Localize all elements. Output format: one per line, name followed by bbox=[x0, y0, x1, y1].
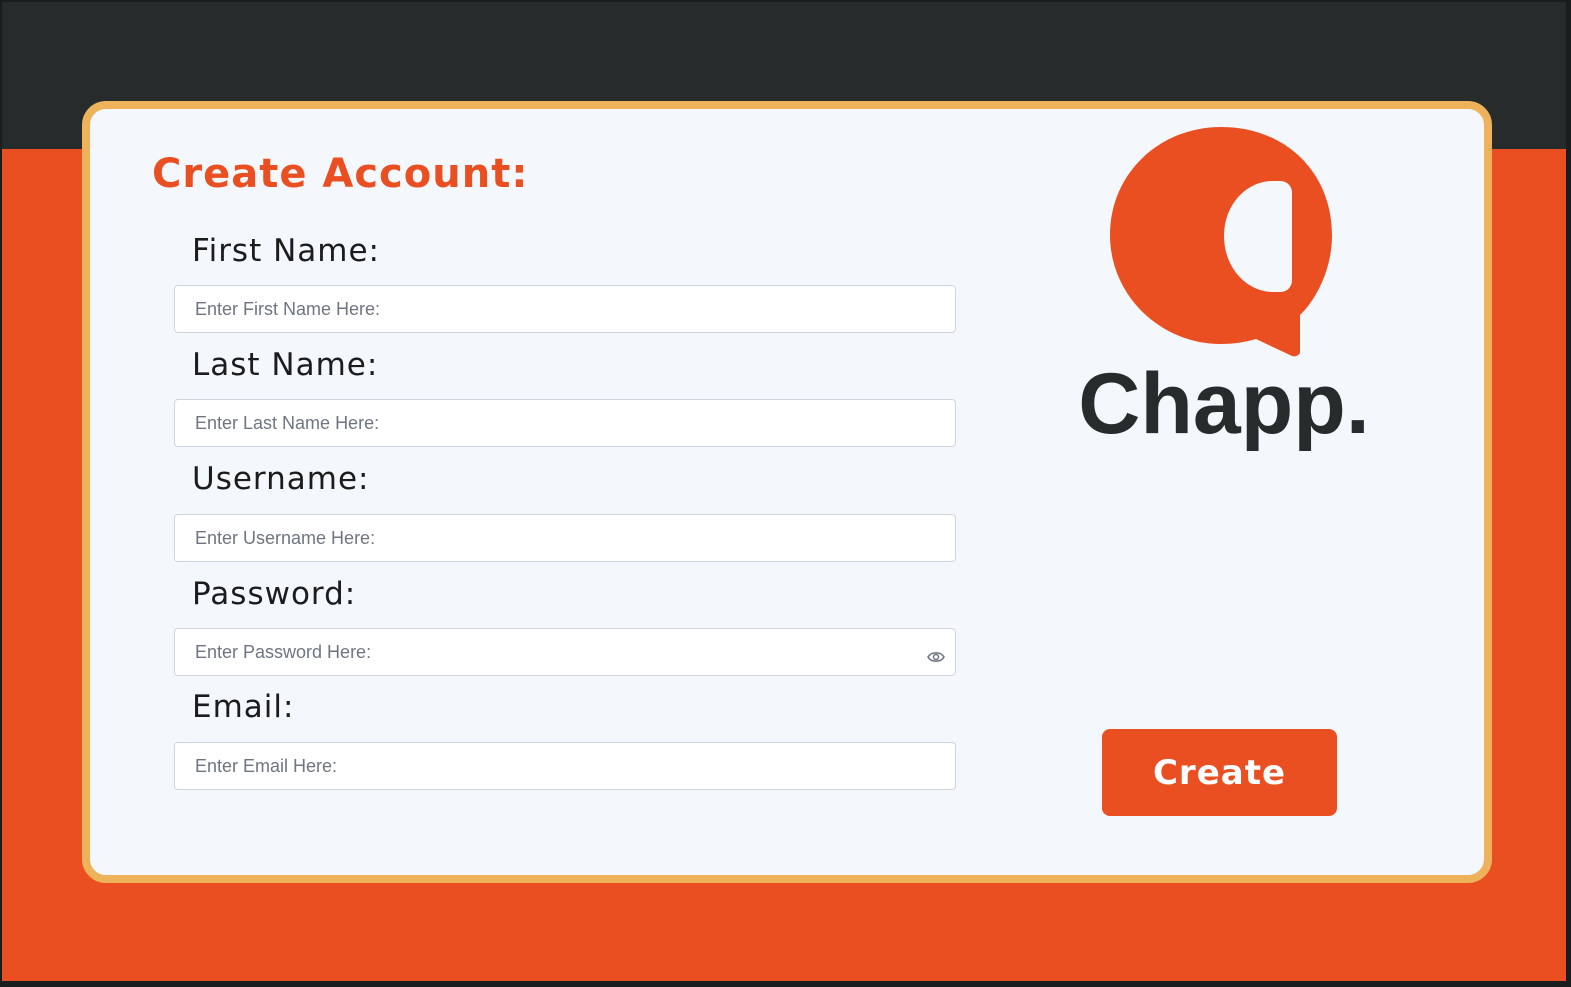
page-title: Create Account: bbox=[152, 151, 529, 197]
password-input[interactable] bbox=[174, 628, 956, 676]
email-input[interactable] bbox=[174, 742, 956, 790]
password-label: Password: bbox=[192, 576, 357, 612]
create-account-card: Create Account: First Name: Last Name: U… bbox=[82, 101, 1492, 883]
last-name-label: Last Name: bbox=[192, 347, 379, 383]
brand-name: Chapp. bbox=[1078, 356, 1370, 452]
create-button[interactable]: Create bbox=[1102, 729, 1337, 816]
first-name-label: First Name: bbox=[192, 233, 380, 269]
username-input[interactable] bbox=[174, 514, 956, 562]
page-background: Create Account: First Name: Last Name: U… bbox=[2, 2, 1566, 981]
eye-icon[interactable] bbox=[927, 650, 945, 664]
first-name-input[interactable] bbox=[174, 285, 956, 333]
email-label: Email: bbox=[192, 689, 295, 725]
last-name-input[interactable] bbox=[174, 399, 956, 447]
chat-bubble-logo-icon bbox=[1110, 127, 1332, 357]
username-label: Username: bbox=[192, 461, 370, 497]
